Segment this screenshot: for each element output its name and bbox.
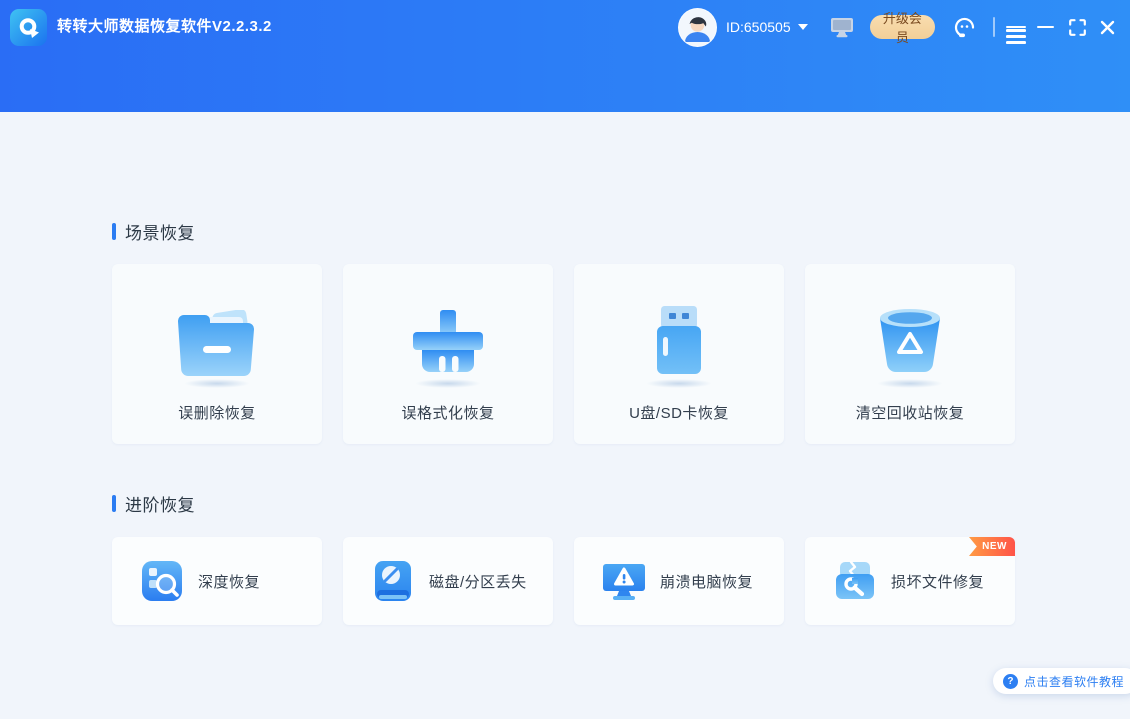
app-window: 转转大师数据恢复软件V2.2.3.2 ID:650505 升级会员 场景恢复 误… [0,0,1130,719]
section-title-scene-recovery: 场景恢复 [112,219,195,244]
crashed-pc-icon [602,559,646,603]
card-label: U盘/SD卡恢复 [629,405,729,422]
icon-shadow [184,379,250,388]
accent-bar [112,223,116,240]
close-icon[interactable] [1094,10,1120,44]
maximize-icon[interactable] [1064,10,1090,44]
card-label: 磁盘/分区丢失 [429,573,527,591]
card-label: 误删除恢复 [178,405,256,422]
monitor-icon[interactable] [830,17,854,38]
format-brush-icon [408,304,488,376]
header-divider [993,17,995,37]
question-icon: ? [1002,673,1018,689]
icon-shadow [415,379,481,388]
folder-delete-icon [173,304,261,376]
card-deep-recovery[interactable]: 深度恢复 [112,537,322,625]
usb-drive-icon [646,304,712,376]
app-logo-icon [10,9,47,46]
new-badge: NEW [969,537,1015,556]
card-label: 损坏文件修复 [891,573,985,591]
accent-bar [112,495,116,512]
advanced-recovery-row: 深度恢复 磁盘/分区丢失 崩溃电脑恢复 NEW 损坏文件修复 [112,537,1015,625]
card-damaged-file-repair[interactable]: NEW 损坏文件修复 [805,537,1015,625]
customer-service-icon[interactable] [952,15,977,40]
window-title: 转转大师数据恢复软件V2.2.3.2 [57,18,272,35]
card-crashed-pc-recovery[interactable]: 崩溃电脑恢复 [574,537,784,625]
file-repair-icon [833,559,877,603]
caret-down-icon[interactable] [797,24,808,30]
section-title-advanced-recovery: 进阶恢复 [112,491,195,516]
icon-shadow [646,379,712,388]
upgrade-member-button[interactable]: 升级会员 [869,11,936,45]
scene-recovery-row: 误删除恢复 误格式化恢复 U盘/SD卡恢复 清空回收站恢复 [112,264,1015,444]
card-label: 清空回收站恢复 [855,405,965,422]
header-right-cluster: ID:650505 升级会员 [678,0,1120,54]
card-label: 深度恢复 [198,573,261,591]
card-label: 误格式化恢复 [401,405,495,422]
header-bar: 转转大师数据恢复软件V2.2.3.2 ID:650505 升级会员 [0,0,1130,112]
card-format-recovery[interactable]: 误格式化恢复 [343,264,553,444]
card-usb-sd-recovery[interactable]: U盘/SD卡恢复 [574,264,784,444]
user-avatar[interactable] [678,7,717,47]
card-recycle-bin-recovery[interactable]: 清空回收站恢复 [805,264,1015,444]
deep-scan-icon [140,559,184,603]
icon-shadow [877,379,943,388]
hamburger-menu-icon[interactable] [1003,10,1029,44]
card-deleted-file-recovery[interactable]: 误删除恢复 [112,264,322,444]
card-disk-partition-loss[interactable]: 磁盘/分区丢失 [343,537,553,625]
recycle-bin-icon [872,304,948,376]
minimize-icon[interactable] [1033,10,1059,44]
user-id-label: ID:650505 [726,19,791,35]
card-label: 崩溃电脑恢复 [660,573,754,591]
tutorial-button[interactable]: ? 点击查看软件教程 [992,668,1130,694]
disk-partition-icon [371,559,415,603]
tutorial-label: 点击查看软件教程 [1023,674,1124,689]
